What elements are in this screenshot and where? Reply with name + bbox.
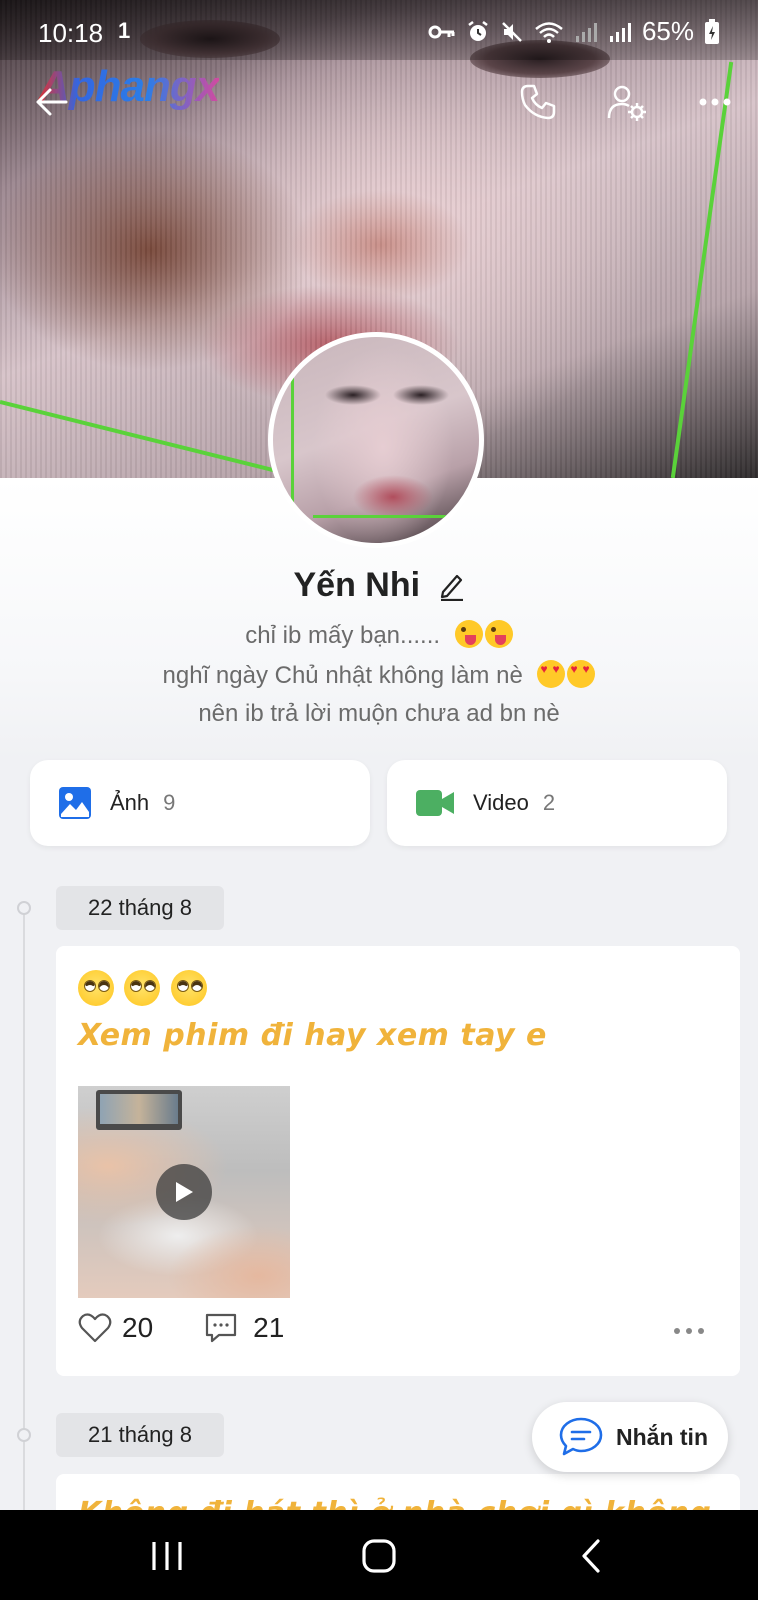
like-count: 20: [122, 1312, 154, 1343]
comment-icon[interactable]: [205, 1312, 237, 1344]
photos-card[interactable]: Ảnh 9: [30, 760, 370, 846]
rolling-eyes-emoji-icon: [170, 970, 207, 1006]
videos-card[interactable]: Video 2: [387, 760, 727, 846]
heart-eyes-emoji-icon: [567, 660, 596, 688]
avatar[interactable]: [268, 332, 484, 548]
rolling-eyes-emoji-icon: [78, 970, 114, 1006]
bio-line-3: nên ib trả lời muộn chưa ad bn nè: [198, 700, 560, 727]
message-button[interactable]: Nhắn tin: [532, 1402, 728, 1472]
timeline-line: [23, 908, 25, 1512]
status-time: 10:18: [38, 18, 104, 48]
comment-count: 21: [253, 1312, 285, 1343]
bio-line-2: nghĩ ngày Chủ nhật không làm nè: [0, 660, 758, 690]
play-button[interactable]: [156, 1164, 212, 1220]
profile-name: Yến Nhi: [293, 566, 421, 604]
battery-percent: 65%: [641, 16, 694, 46]
post-text: Xem phim đi hay xem tay e: [78, 1018, 547, 1053]
key-icon: [428, 25, 455, 38]
winking-tongue-emoji-icon: [484, 620, 513, 648]
home-icon[interactable]: [361, 1538, 397, 1574]
back-arrow-icon[interactable]: [34, 86, 68, 118]
play-icon: [176, 1182, 193, 1202]
edit-icon[interactable]: [439, 571, 465, 601]
date-chip: 21 tháng 8: [56, 1413, 224, 1457]
mute-icon: [502, 21, 522, 42]
post-more-icon[interactable]: [672, 1326, 706, 1336]
wifi-icon: [535, 21, 563, 43]
navigation-bar: [0, 1510, 758, 1600]
bio-line-1: chỉ ib mấy bạn......: [0, 620, 758, 650]
profile-name-row: Yến Nhi: [0, 566, 758, 605]
back-icon[interactable]: [580, 1538, 602, 1574]
phone-icon[interactable]: [518, 82, 558, 122]
recent-apps-icon[interactable]: [150, 1540, 184, 1572]
alarm-icon: [468, 20, 488, 41]
status-bar: 10:18 1 65%: [0, 0, 758, 60]
signal-icon: [609, 22, 631, 42]
timeline-dot: [17, 901, 31, 915]
battery-icon: [705, 18, 719, 44]
user-settings-icon[interactable]: [606, 82, 648, 124]
notification-indicator: 1: [118, 18, 131, 43]
more-icon[interactable]: [698, 96, 732, 108]
post-emoji-row: [78, 970, 207, 1006]
heart-eyes-emoji-icon: [537, 660, 566, 688]
date-chip: 22 tháng 8: [56, 886, 224, 930]
signal-icon: [575, 22, 597, 42]
post-card[interactable]: Xem phim đi hay xem tay e 20 21: [56, 946, 740, 1376]
chat-bubble-icon: [559, 1417, 603, 1456]
winking-tongue-emoji-icon: [454, 620, 483, 648]
video-thumbnail[interactable]: [78, 1086, 290, 1298]
photo-icon: [59, 787, 91, 819]
timeline-dot: [17, 1428, 31, 1442]
rolling-eyes-emoji-icon: [124, 970, 161, 1006]
video-camera-icon: [416, 790, 454, 816]
heart-icon[interactable]: [78, 1313, 112, 1343]
